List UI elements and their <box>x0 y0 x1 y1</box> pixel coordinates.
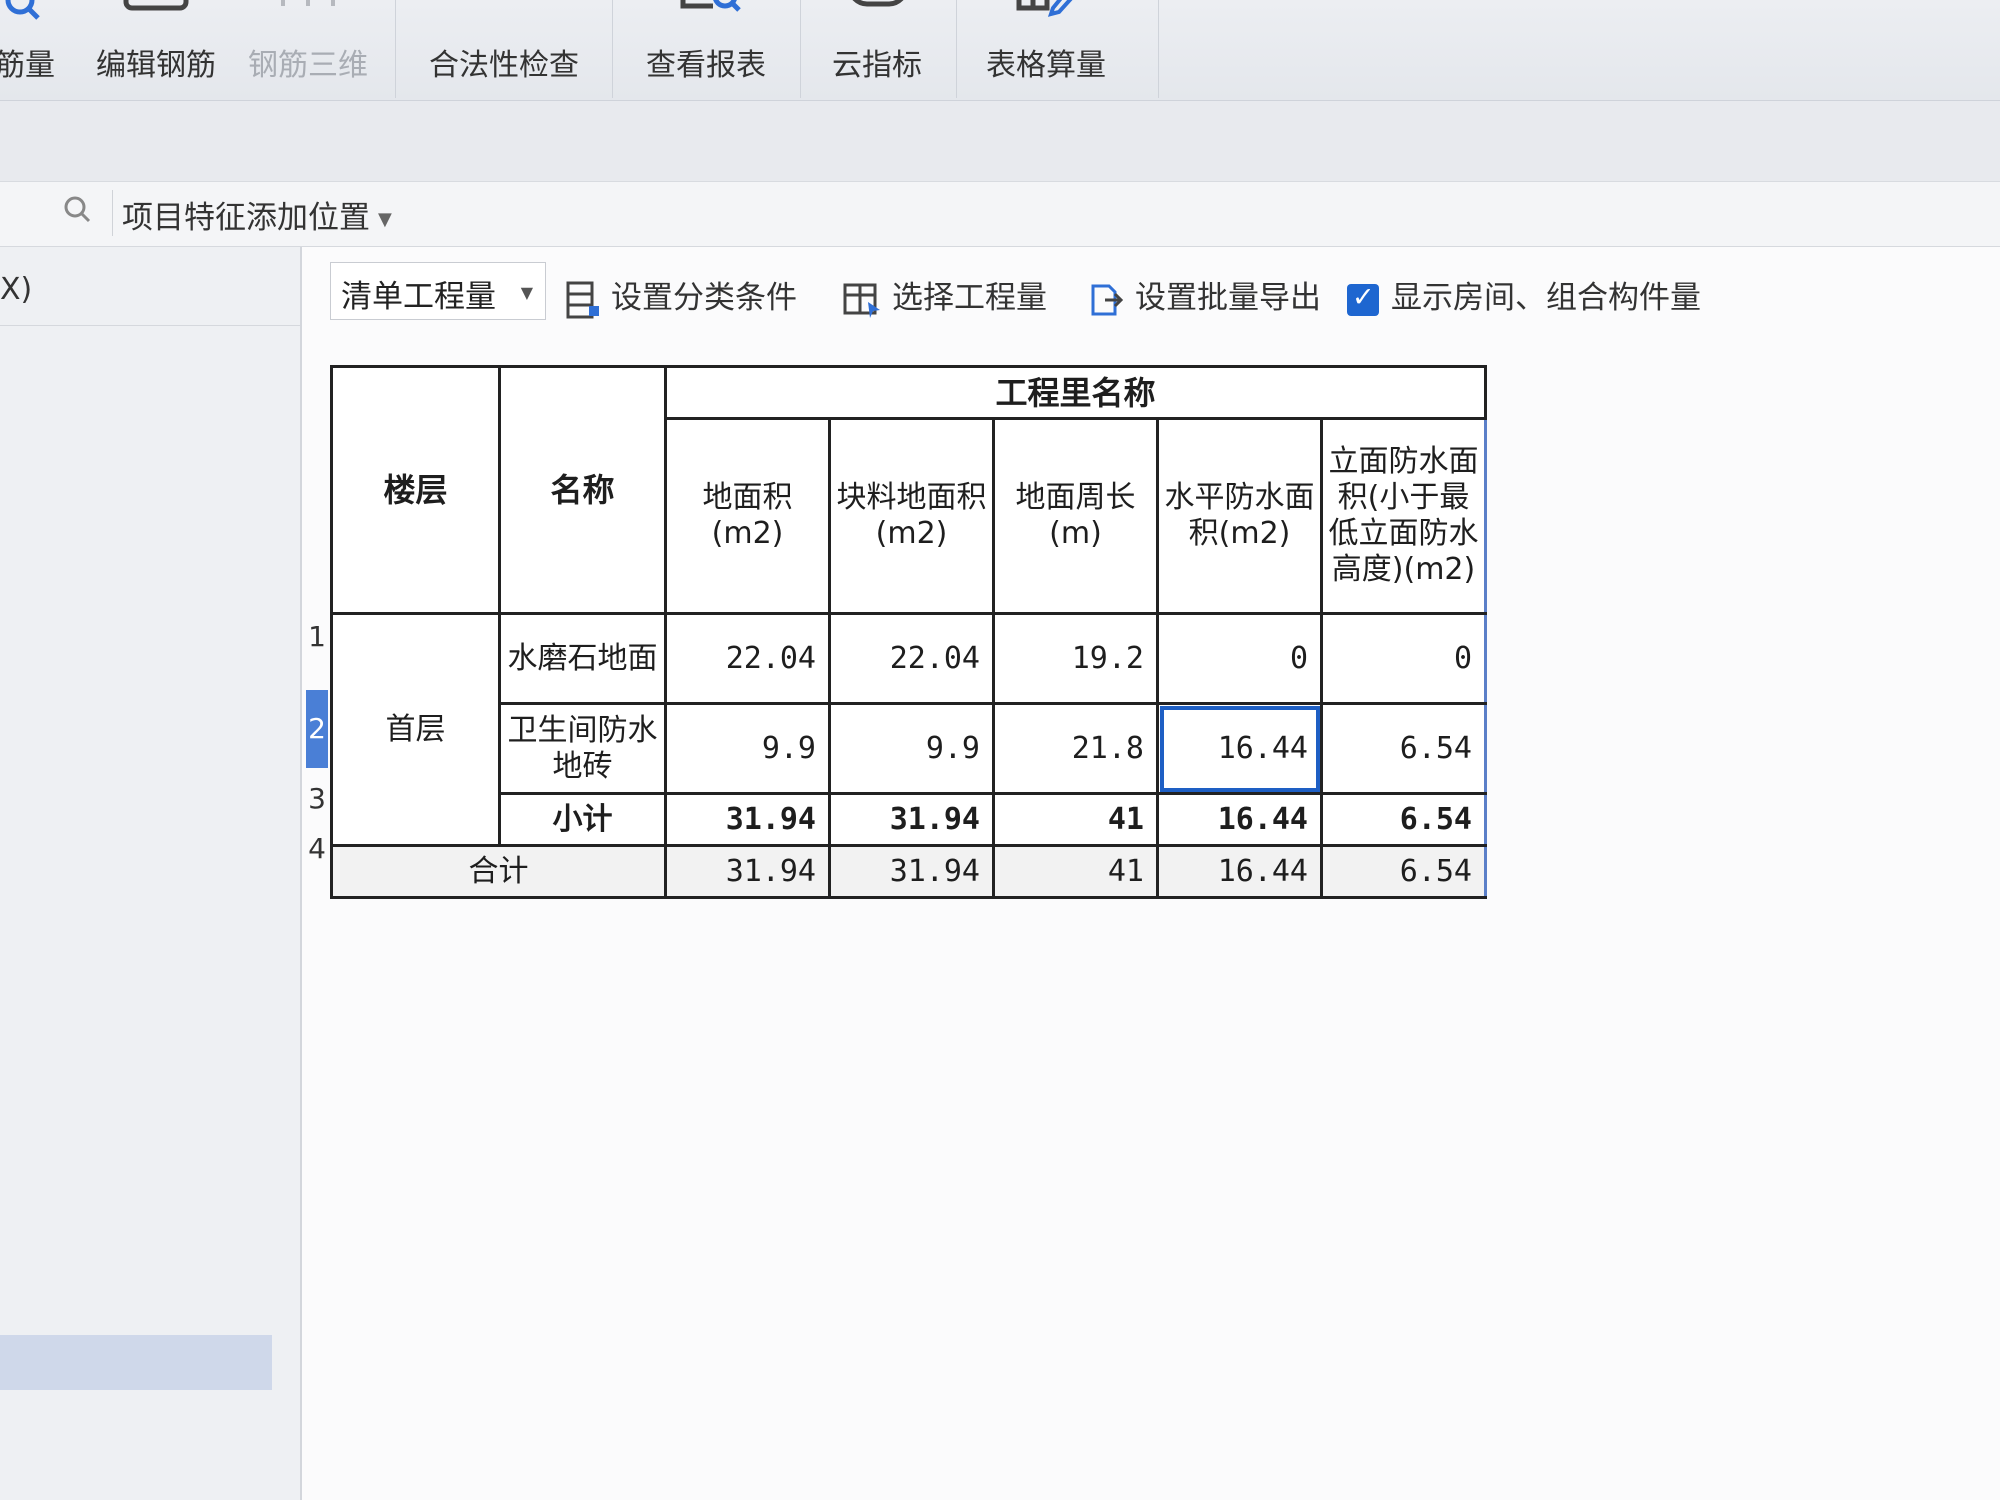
ribbon-band <box>0 101 2000 182</box>
subtotal-cell[interactable]: 31.94 <box>664 792 831 847</box>
table-row[interactable]: 卫生间防水地砖 9.9 9.9 21.8 16.44 6.54 <box>332 702 1487 795</box>
total-cell[interactable]: 31.94 <box>664 844 831 899</box>
validity-check-label: 合法性检查 <box>429 48 579 83</box>
rebar-quantity-label: 筋量 <box>0 48 55 83</box>
ribbon-separator <box>612 0 613 98</box>
total-label[interactable]: 合计 <box>330 844 667 899</box>
select-quantity-button[interactable]: 选择工程量 <box>842 272 1047 320</box>
left-panel <box>0 247 302 1500</box>
check-icon <box>459 0 549 30</box>
quantity-type-dropdown[interactable]: 清单工程量 ▼ <box>330 262 546 320</box>
rebar-3d-icon <box>281 0 335 6</box>
select-quantity-label: 选择工程量 <box>892 280 1047 316</box>
header-floor-area[interactable]: 地面积(m2) <box>664 417 831 615</box>
value-cell[interactable]: 0 <box>1156 612 1323 705</box>
header-floor[interactable]: 楼层 <box>330 365 501 615</box>
batch-export-label: 设置批量导出 <box>1135 280 1321 316</box>
value-cell[interactable]: 22.04 <box>828 612 995 705</box>
checkbox-checked-icon <box>1347 282 1379 316</box>
value-cell[interactable]: 19.2 <box>992 612 1159 705</box>
header-vertical-waterproof-area[interactable]: 立面防水面积(小于最低立面防水高度)(m2) <box>1320 417 1487 615</box>
report-search-icon <box>680 0 741 12</box>
subtotal-cell[interactable]: 6.54 <box>1320 792 1487 847</box>
quantity-type-label: 清单工程量 <box>341 279 496 315</box>
name-cell[interactable]: 水磨石地面 <box>498 612 667 705</box>
search-icon <box>5 0 40 20</box>
left-panel-title: X) <box>0 272 33 307</box>
category-icon <box>566 281 599 318</box>
edit-rebar-icon <box>123 0 189 11</box>
chevron-down-icon: ▼ <box>520 283 533 302</box>
validity-check-button[interactable]: 合法性检查 <box>414 0 594 100</box>
cloud-index-label: 云指标 <box>832 48 922 83</box>
total-cell[interactable]: 41 <box>992 844 1159 899</box>
ribbon-toolbar: 筋量 编辑钢筋 钢筋三维 合法性检查 查看报表 云指标 表格算量 <box>0 0 2000 101</box>
table-quantity-button[interactable]: 表格算量 <box>968 0 1124 100</box>
select-table-icon <box>843 283 880 318</box>
set-category-label: 设置分类条件 <box>611 280 797 316</box>
total-cell[interactable]: 6.54 <box>1320 844 1487 899</box>
show-rooms-checkbox[interactable]: 显示房间、组合构件量 <box>1347 272 1701 317</box>
show-rooms-label: 显示房间、组合构件量 <box>1391 280 1701 316</box>
ribbon-separator <box>1158 0 1159 98</box>
header-horizontal-waterproof-area[interactable]: 水平防水面积(m2) <box>1156 417 1323 615</box>
row-number[interactable]: 1 <box>306 620 328 653</box>
cloud-index-icon <box>852 0 904 7</box>
left-panel-divider <box>0 325 300 326</box>
row-number[interactable]: 4 <box>306 832 328 865</box>
rebar-3d-label: 钢筋三维 <box>248 48 368 83</box>
export-icon <box>1091 284 1124 315</box>
subtotal-cell[interactable]: 41 <box>992 792 1159 847</box>
table-quantity-label: 表格算量 <box>986 48 1106 83</box>
row-number-active[interactable]: 2 <box>306 690 328 768</box>
subtotal-row[interactable]: 小计 31.94 31.94 41 16.44 6.54 <box>332 792 1487 847</box>
batch-export-button[interactable]: 设置批量导出 <box>1085 272 1321 320</box>
subtotal-cell[interactable]: 16.44 <box>1156 792 1323 847</box>
row-number[interactable]: 3 <box>306 782 328 815</box>
ribbon-separator <box>956 0 957 98</box>
chevron-down-icon: ▼ <box>378 209 392 230</box>
selected-value-cell[interactable]: 16.44 <box>1156 702 1323 795</box>
subtotal-label[interactable]: 小计 <box>498 792 667 847</box>
view-report-button[interactable]: 查看报表 <box>628 0 784 100</box>
cloud-index-button[interactable]: 云指标 <box>812 0 942 100</box>
ribbon-separator <box>800 0 801 98</box>
feature-position-label: 项目特征添加位置 <box>122 200 370 236</box>
rebar-3d-button[interactable]: 钢筋三维 <box>240 0 376 100</box>
value-cell[interactable]: 21.8 <box>992 702 1159 795</box>
floor-cell[interactable]: 首层 <box>330 612 501 847</box>
rebar-quantity-button[interactable]: 筋量 <box>0 0 70 100</box>
edit-rebar-button[interactable]: 编辑钢筋 <box>88 0 224 100</box>
edit-rebar-label: 编辑钢筋 <box>96 48 216 83</box>
set-category-button[interactable]: 设置分类条件 <box>565 272 797 320</box>
search-icon[interactable] <box>62 194 92 224</box>
view-report-label: 查看报表 <box>646 48 766 83</box>
feature-bar-separator <box>112 190 113 236</box>
header-name[interactable]: 名称 <box>498 365 667 615</box>
value-cell[interactable]: 6.54 <box>1320 702 1487 795</box>
feature-position-dropdown[interactable]: 项目特征添加位置 ▼ <box>122 192 392 237</box>
total-cell[interactable]: 16.44 <box>1156 844 1323 899</box>
value-cell[interactable]: 9.9 <box>664 702 831 795</box>
ribbon-separator <box>395 0 396 98</box>
header-quantity-group[interactable]: 工程里名称 <box>664 365 1487 420</box>
subtotal-cell[interactable]: 31.94 <box>828 792 995 847</box>
value-cell[interactable]: 0 <box>1320 612 1487 705</box>
header-floor-perimeter[interactable]: 地面周长(m) <box>992 417 1159 615</box>
value-cell[interactable]: 22.04 <box>664 612 831 705</box>
left-panel-selected-item[interactable] <box>0 1335 272 1390</box>
name-cell[interactable]: 卫生间防水地砖 <box>498 702 667 795</box>
header-tile-floor-area[interactable]: 块料地面积(m2) <box>828 417 995 615</box>
table-edit-icon <box>1016 0 1073 17</box>
total-row[interactable]: 合计 31.94 31.94 41 16.44 6.54 <box>330 844 1487 899</box>
quantity-table: 楼层 名称 工程里名称 地面积(m2) 块料地面积(m2) 地面周长(m) 水平… <box>330 365 1487 899</box>
table-row[interactable]: 首层 水磨石地面 22.04 22.04 19.2 0 0 <box>330 612 1487 847</box>
total-cell[interactable]: 31.94 <box>828 844 995 899</box>
value-cell[interactable]: 9.9 <box>828 702 995 795</box>
